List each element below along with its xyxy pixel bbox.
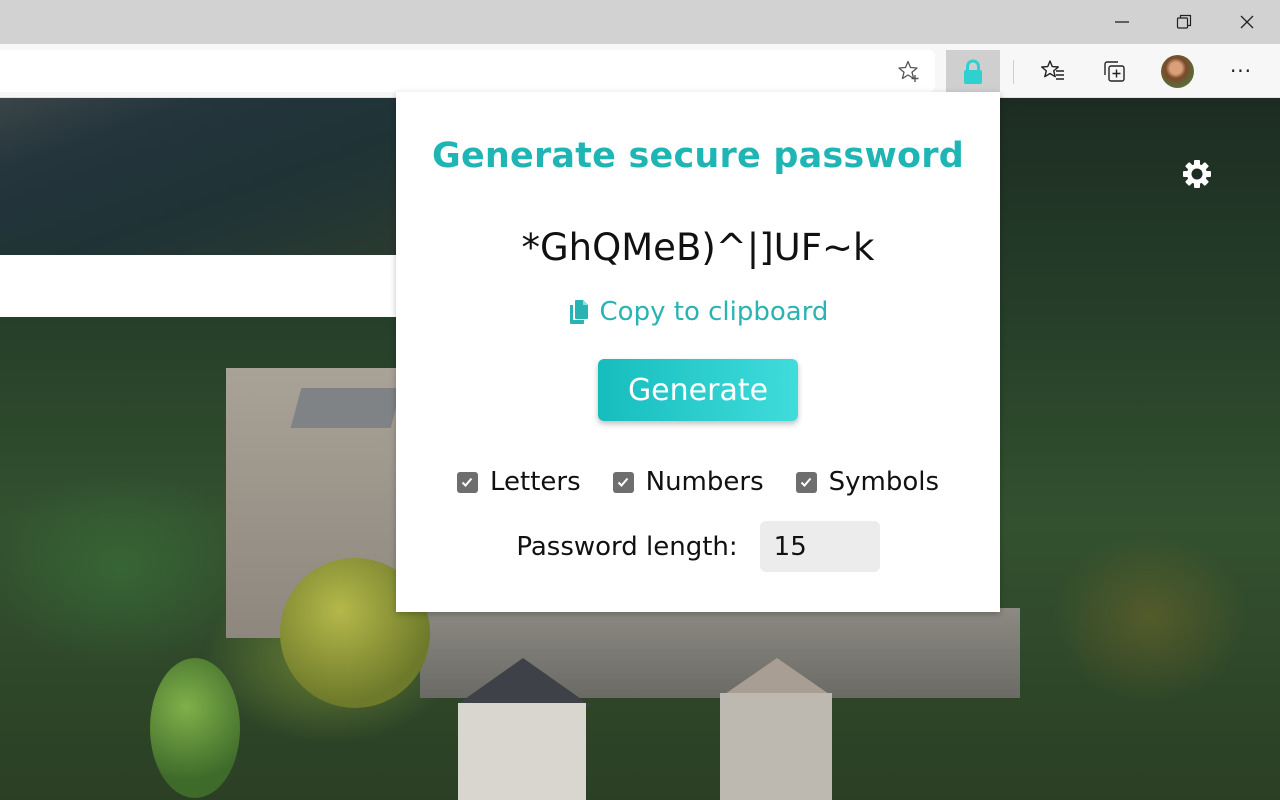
tower-roof bbox=[455, 658, 591, 706]
toolbar-divider bbox=[1013, 60, 1014, 84]
copy-icon bbox=[569, 300, 588, 324]
settings-button[interactable] bbox=[1181, 158, 1213, 190]
password-length-input[interactable] bbox=[759, 521, 880, 572]
search-box-area[interactable] bbox=[0, 255, 396, 317]
option-letters[interactable]: Letters bbox=[456, 467, 581, 497]
copy-to-clipboard-link[interactable]: Copy to clipboard bbox=[396, 297, 1000, 327]
gear-icon bbox=[1183, 160, 1211, 188]
numbers-label: Numbers bbox=[645, 467, 764, 497]
favorites-list-icon bbox=[1041, 60, 1064, 80]
option-symbols[interactable]: Symbols bbox=[795, 467, 940, 497]
add-favorite-button[interactable] bbox=[897, 59, 921, 83]
checkmark-icon bbox=[800, 477, 812, 487]
avatar[interactable] bbox=[1161, 55, 1194, 88]
close-icon bbox=[1240, 15, 1254, 29]
letters-checkbox[interactable] bbox=[456, 471, 478, 493]
castle-roof bbox=[290, 388, 402, 428]
lock-icon bbox=[964, 59, 982, 84]
tower bbox=[720, 693, 832, 800]
generated-password: *GhQMeB)^|]UF~k bbox=[521, 226, 875, 269]
collections-button[interactable] bbox=[1100, 57, 1128, 85]
restore-icon bbox=[1176, 14, 1192, 29]
password-length-row: Password length: bbox=[396, 521, 1000, 572]
checkmark-icon bbox=[617, 477, 629, 487]
background-image-strip bbox=[0, 98, 396, 255]
favorites-button[interactable] bbox=[1039, 57, 1067, 85]
address-bar[interactable] bbox=[0, 50, 935, 92]
copy-label: Copy to clipboard bbox=[599, 297, 829, 327]
letters-label: Letters bbox=[489, 467, 581, 497]
close-button[interactable] bbox=[1216, 0, 1278, 44]
option-numbers[interactable]: Numbers bbox=[612, 467, 764, 497]
character-options: Letters Numbers Symbols bbox=[396, 467, 1000, 497]
minimize-button[interactable] bbox=[1091, 0, 1153, 44]
collections-icon bbox=[1104, 61, 1125, 82]
more-menu-button[interactable]: ··· bbox=[1227, 57, 1255, 85]
numbers-checkbox[interactable] bbox=[612, 471, 634, 493]
password-generator-popup: Generate secure password *GhQMeB)^|]UF~k… bbox=[396, 92, 1000, 612]
restore-button[interactable] bbox=[1153, 0, 1215, 44]
browser-toolbar: ··· bbox=[0, 44, 1280, 98]
checkmark-icon bbox=[462, 477, 473, 487]
password-length-label: Password length: bbox=[516, 531, 738, 562]
password-extension-button[interactable] bbox=[946, 50, 1000, 94]
tower bbox=[458, 703, 586, 800]
tower-roof bbox=[725, 658, 829, 694]
star-plus-icon bbox=[898, 60, 919, 82]
symbols-label: Symbols bbox=[828, 467, 940, 497]
tree bbox=[150, 658, 240, 798]
minimize-icon bbox=[1115, 21, 1129, 23]
popup-title: Generate secure password bbox=[432, 136, 964, 176]
title-bar bbox=[0, 0, 1280, 44]
symbols-checkbox[interactable] bbox=[795, 471, 817, 493]
generate-button[interactable]: Generate bbox=[598, 359, 798, 421]
